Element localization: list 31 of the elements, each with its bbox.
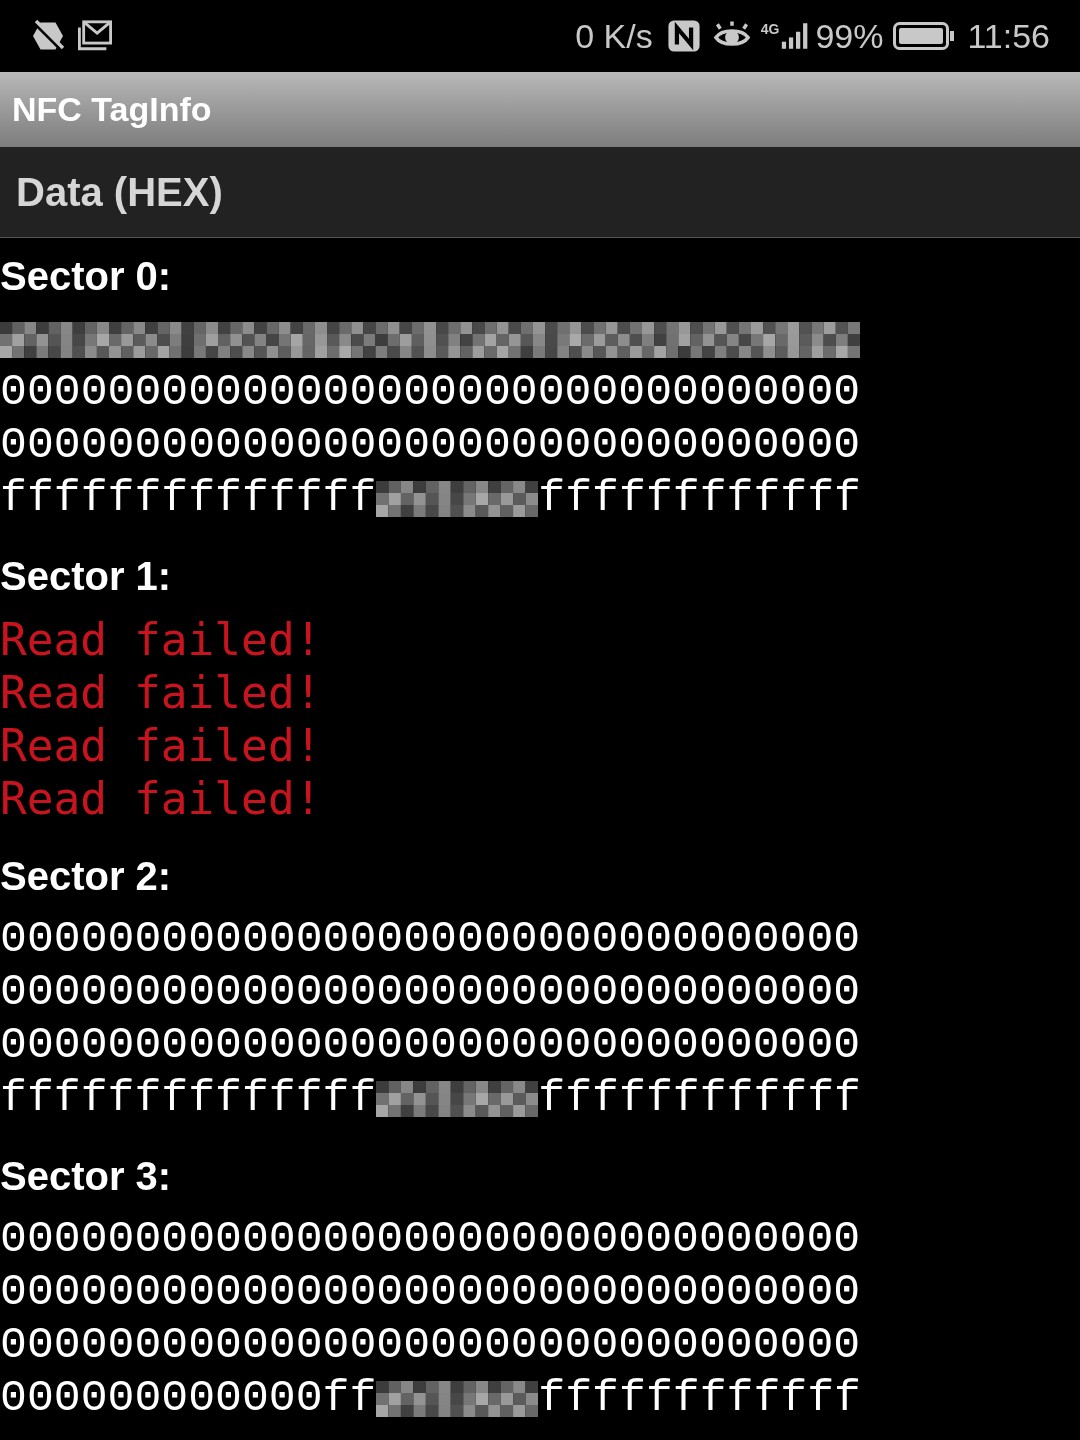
hex-data-text: 00000000000000000000000000000000 (0, 1266, 861, 1319)
read-error-text: Read failed! (0, 719, 323, 772)
sector-heading: Sector 2: (0, 853, 173, 900)
network-type: 4G (760, 22, 780, 36)
hex-data-text: 00000000000000000000000000000000 (0, 419, 861, 472)
hex-data-text: 00000000000000000000000000000000 (0, 1019, 861, 1072)
hex-data-text: ffffffffffff (538, 1372, 861, 1425)
clock: 11:56 (967, 15, 1050, 57)
app-title: NFC TagInfo (12, 89, 212, 130)
subheader-title: Data (HEX) (16, 169, 223, 216)
hex-data-text: 000000000000ff (0, 1372, 377, 1425)
sector-heading: Sector 3: (0, 1153, 173, 1200)
hex-data-text: ffffffffffff (538, 472, 861, 525)
battery-percent: 99% (815, 15, 884, 57)
hex-data-text: 00000000000000000000000000000000 (0, 1319, 861, 1372)
hex-data-text: ffffffffffff (538, 1072, 861, 1125)
read-error-text: Read failed! (0, 613, 323, 666)
sector-heading: Sector 1: (0, 553, 173, 600)
network-speed: 0 K/s (575, 15, 653, 57)
sector-heading: Sector 0: (0, 253, 173, 300)
hex-data-text: 00000000000000000000000000000000 (0, 1213, 861, 1266)
hex-data-text: ffffffffffffff (0, 1072, 377, 1125)
hex-data-text: 00000000000000000000000000000000 (0, 966, 861, 1019)
battery-icon (893, 22, 956, 50)
hex-data-text: 00000000000000000000000000000000 (0, 913, 861, 966)
hex-data-text: ffffffffffffff (0, 472, 377, 525)
hex-data-text: 00000000000000000000000000000000 (0, 366, 861, 419)
read-error-text: Read failed! (0, 666, 323, 719)
mail-icon (76, 19, 114, 53)
nfc-icon (666, 19, 701, 53)
read-error-text: Read failed! (0, 772, 323, 825)
